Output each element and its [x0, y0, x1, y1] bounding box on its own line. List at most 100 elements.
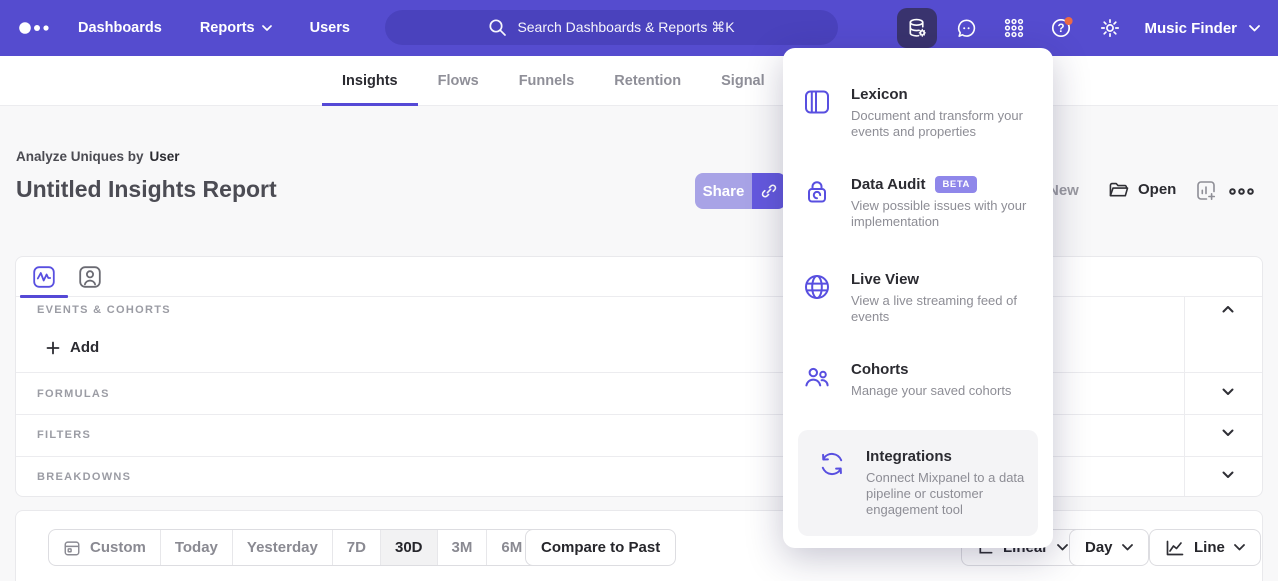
tab-flows[interactable]: Flows: [418, 56, 499, 106]
chevron-down-icon: [1057, 544, 1068, 551]
events-collapse-button[interactable]: [1222, 305, 1234, 313]
interval-dropdown[interactable]: Day: [1069, 529, 1149, 566]
gear-icon: [1099, 17, 1121, 39]
chevron-down-icon: [1222, 388, 1234, 396]
menu-item-live-view[interactable]: Live View View a live streaming feed of …: [803, 271, 1037, 325]
primary-nav: Dashboards Reports Users: [78, 0, 350, 56]
menu-item-lexicon[interactable]: Lexicon Document and transform your even…: [803, 86, 1037, 140]
data-management-menu: Lexicon Document and transform your even…: [783, 48, 1053, 548]
open-report-button[interactable]: Open: [1108, 180, 1176, 199]
chevron-down-icon: [1222, 429, 1234, 437]
share-button[interactable]: Share: [695, 173, 752, 209]
database-gear-icon: [906, 17, 929, 40]
chevron-down-icon: [1222, 471, 1234, 479]
divider: [1184, 297, 1185, 496]
filters-expand-button[interactable]: [1222, 429, 1234, 437]
menu-item-cohorts[interactable]: Cohorts Manage your saved cohorts: [803, 361, 1037, 399]
range-today[interactable]: Today: [161, 530, 233, 565]
nav-users-label: Users: [310, 20, 350, 36]
breakdowns-section-label: BREAKDOWNS: [37, 471, 131, 483]
mixpanel-logo-icon[interactable]: [18, 21, 52, 35]
line-chart-icon: [32, 265, 56, 289]
feedback-button[interactable]: [946, 8, 986, 48]
mixpanel-app: Dashboards Reports Users Search Dashboar…: [0, 0, 1278, 581]
project-name: Music Finder: [1144, 20, 1237, 37]
tab-funnels[interactable]: Funnels: [499, 56, 595, 106]
help-icon: ?: [1050, 16, 1074, 40]
nav-users[interactable]: Users: [310, 20, 350, 36]
menu-item-description: View possible issues with your implement…: [851, 198, 1056, 230]
more-options-button[interactable]: [1228, 187, 1255, 196]
context-prefix: Analyze Uniques by: [16, 149, 144, 164]
chevron-down-icon: [262, 25, 272, 32]
report-tabbar: Insights Flows Funnels Retention Signal …: [0, 56, 1278, 106]
range-30d[interactable]: 30D: [381, 530, 438, 565]
copy-link-button[interactable]: [752, 173, 786, 209]
settings-button[interactable]: [1090, 8, 1130, 48]
add-event-button[interactable]: Add: [46, 339, 99, 356]
menu-item-description: Document and transform your events and p…: [851, 108, 1023, 140]
chart-type-dropdown[interactable]: Line: [1149, 529, 1261, 566]
plus-icon: [46, 341, 60, 355]
range-custom[interactable]: Custom: [49, 530, 161, 565]
builder-view-tabs: [16, 257, 1262, 297]
search-icon: [488, 18, 507, 37]
svg-text:?: ?: [1057, 23, 1064, 35]
range-7d[interactable]: 7D: [333, 530, 381, 565]
help-button[interactable]: ?: [1042, 8, 1082, 48]
menu-item-title: Integrations: [866, 448, 1038, 465]
tab-signal[interactable]: Signal: [701, 56, 785, 106]
range-3m[interactable]: 3M: [438, 530, 488, 565]
ellipsis-icon: [1228, 187, 1255, 196]
report-context: Analyze Uniques by User: [16, 149, 180, 164]
chevron-up-icon: [1222, 305, 1234, 313]
person-icon: [78, 265, 102, 289]
integrations-icon: [818, 448, 848, 536]
divider: [16, 372, 1262, 373]
chart-plus-icon: [1195, 180, 1217, 202]
data-management-button[interactable]: [897, 8, 937, 48]
menu-item-title: Live View: [851, 271, 1056, 288]
cohorts-icon: [803, 361, 833, 399]
menu-item-description: Manage your saved cohorts: [851, 383, 1056, 399]
compare-to-past-button[interactable]: Compare to Past: [525, 529, 676, 566]
apps-grid-icon: [1003, 17, 1025, 39]
message-bubble-icon: [955, 17, 978, 40]
formulas-expand-button[interactable]: [1222, 388, 1234, 396]
nav-reports[interactable]: Reports: [200, 20, 272, 36]
divider: [16, 414, 1262, 415]
chevron-down-icon: [1249, 25, 1260, 32]
filters-section-label: FILTERS: [37, 429, 91, 441]
range-yesterday[interactable]: Yesterday: [233, 530, 333, 565]
data-audit-icon: [803, 176, 833, 230]
users-view-tab[interactable]: [78, 265, 102, 289]
formulas-section-label: FORMULAS: [37, 388, 110, 400]
search-input[interactable]: Search Dashboards & Reports ⌘K: [385, 10, 838, 45]
chart-type-label: Line: [1194, 539, 1225, 556]
tab-retention[interactable]: Retention: [594, 56, 701, 106]
menu-item-integrations[interactable]: Integrations Connect Mixpanel to a data …: [798, 430, 1038, 536]
project-switcher[interactable]: Music Finder: [1144, 0, 1260, 56]
nav-dashboards[interactable]: Dashboards: [78, 20, 162, 36]
context-value[interactable]: User: [150, 149, 180, 164]
top-navigation-bar: Dashboards Reports Users Search Dashboar…: [0, 0, 1278, 56]
menu-item-title: Cohorts: [851, 361, 1056, 378]
link-icon: [760, 182, 778, 200]
open-label: Open: [1138, 181, 1176, 198]
nav-dashboards-label: Dashboards: [78, 20, 162, 36]
report-title[interactable]: Untitled Insights Report: [16, 176, 277, 203]
menu-item-title-text: Data Audit: [851, 176, 925, 193]
apps-grid-button[interactable]: [994, 8, 1034, 48]
live-view-icon: [803, 271, 833, 325]
breakdowns-expand-button[interactable]: [1222, 471, 1234, 479]
active-tab-underline: [20, 295, 68, 298]
lexicon-icon: [803, 86, 833, 140]
menu-item-data-audit[interactable]: Data Audit BETA View possible issues wit…: [803, 176, 1037, 230]
metrics-view-tab[interactable]: [32, 265, 56, 289]
tab-insights[interactable]: Insights: [322, 56, 418, 106]
beta-badge: BETA: [935, 176, 977, 193]
add-to-dashboard-button[interactable]: [1195, 180, 1217, 202]
chevron-down-icon: [1234, 544, 1245, 551]
date-range-control: Custom Today Yesterday 7D 30D 3M 6M 12M: [48, 529, 595, 566]
report-tabs: Insights Flows Funnels Retention Signal …: [322, 56, 834, 106]
